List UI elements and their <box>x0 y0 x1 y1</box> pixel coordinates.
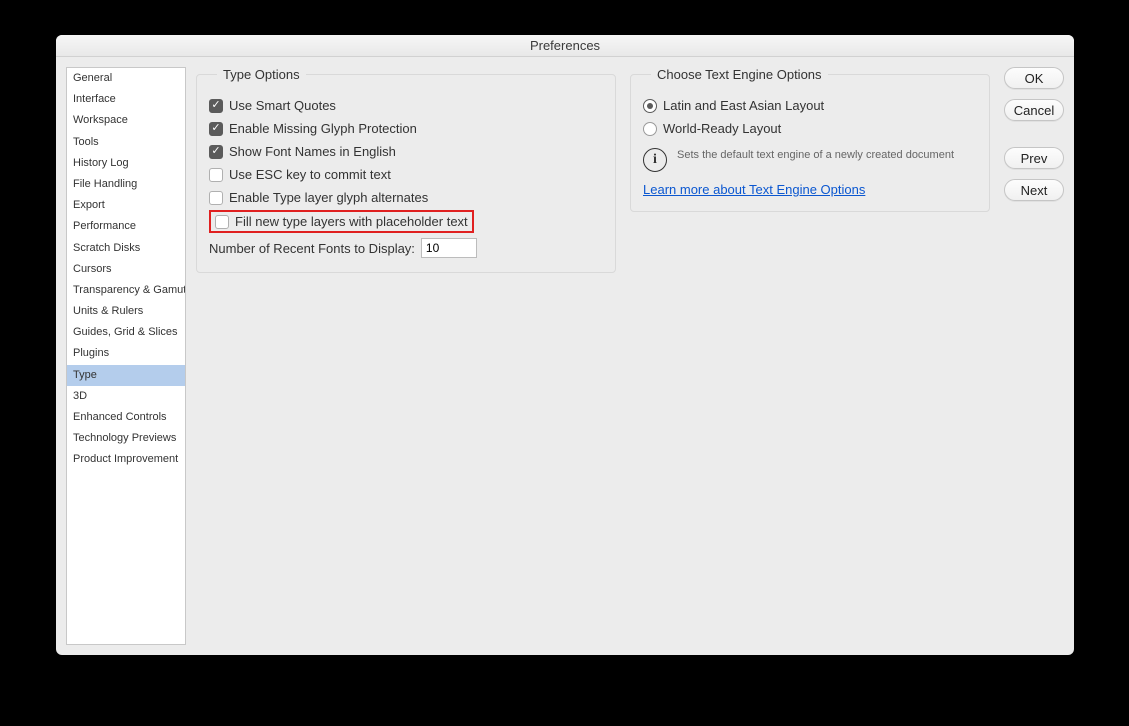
option-glyph-alternates[interactable]: Enable Type layer glyph alternates <box>209 186 603 209</box>
info-row: i Sets the default text engine of a newl… <box>643 140 977 178</box>
text-engine-panel: Choose Text Engine Options Latin and Eas… <box>630 67 990 212</box>
sidebar-item-history-log[interactable]: History Log <box>67 153 185 174</box>
sidebar-item-units-rulers[interactable]: Units & Rulers <box>67 301 185 322</box>
sidebar-item-tools[interactable]: Tools <box>67 132 185 153</box>
sidebar-item-workspace[interactable]: Workspace <box>67 110 185 131</box>
recent-fonts-input[interactable] <box>421 238 477 258</box>
sidebar-item-type[interactable]: Type <box>67 365 185 386</box>
type-options-panel: Type Options ✓ Use Smart Quotes ✓ Enable… <box>196 67 616 273</box>
text-engine-legend: Choose Text Engine Options <box>651 67 828 82</box>
sidebar-item-export[interactable]: Export <box>67 195 185 216</box>
sidebar-item-product-improvement[interactable]: Product Improvement <box>67 449 185 470</box>
sidebar-item-interface[interactable]: Interface <box>67 89 185 110</box>
learn-more-link[interactable]: Learn more about Text Engine Options <box>643 182 865 197</box>
label-fill-placeholder: Fill new type layers with placeholder te… <box>235 214 468 229</box>
radio-world-ready[interactable] <box>643 122 657 136</box>
next-button[interactable]: Next <box>1004 179 1064 201</box>
checkbox-font-names-english[interactable]: ✓ <box>209 145 223 159</box>
info-text: Sets the default text engine of a newly … <box>677 148 954 162</box>
recent-fonts-row: Number of Recent Fonts to Display: <box>209 234 603 258</box>
radio-latin-east-asian[interactable] <box>643 99 657 113</box>
sidebar-item-guides-grid-slices[interactable]: Guides, Grid & Slices <box>67 322 185 343</box>
prev-button[interactable]: Prev <box>1004 147 1064 169</box>
label-latin-east-asian: Latin and East Asian Layout <box>663 98 824 113</box>
label-font-names-english: Show Font Names in English <box>229 144 396 159</box>
sidebar-item-3d[interactable]: 3D <box>67 386 185 407</box>
sidebar-item-transparency-gamut[interactable]: Transparency & Gamut <box>67 280 185 301</box>
panels: Type Options ✓ Use Smart Quotes ✓ Enable… <box>196 67 990 273</box>
option-latin-east-asian[interactable]: Latin and East Asian Layout <box>643 94 977 117</box>
checkbox-missing-glyph[interactable]: ✓ <box>209 122 223 136</box>
sidebar-item-performance[interactable]: Performance <box>67 216 185 237</box>
preferences-window: Preferences General Interface Workspace … <box>56 35 1074 655</box>
sidebar-item-plugins[interactable]: Plugins <box>67 343 185 364</box>
label-glyph-alternates: Enable Type layer glyph alternates <box>229 190 428 205</box>
label-world-ready: World-Ready Layout <box>663 121 781 136</box>
option-esc-commit[interactable]: Use ESC key to commit text <box>209 163 603 186</box>
checkbox-fill-placeholder[interactable] <box>215 215 229 229</box>
action-buttons: OK Cancel Prev Next <box>1004 67 1064 201</box>
checkbox-use-smart-quotes[interactable]: ✓ <box>209 99 223 113</box>
window-content: General Interface Workspace Tools Histor… <box>56 57 1074 655</box>
sidebar: General Interface Workspace Tools Histor… <box>66 67 186 645</box>
checkbox-esc-commit[interactable] <box>209 168 223 182</box>
window-title: Preferences <box>56 35 1074 57</box>
label-missing-glyph: Enable Missing Glyph Protection <box>229 121 417 136</box>
option-missing-glyph[interactable]: ✓ Enable Missing Glyph Protection <box>209 117 603 140</box>
recent-fonts-label: Number of Recent Fonts to Display: <box>209 241 415 256</box>
info-icon: i <box>643 148 667 172</box>
sidebar-item-general[interactable]: General <box>67 68 185 89</box>
sidebar-item-file-handling[interactable]: File Handling <box>67 174 185 195</box>
label-esc-commit: Use ESC key to commit text <box>229 167 391 182</box>
sidebar-item-technology-previews[interactable]: Technology Previews <box>67 428 185 449</box>
option-world-ready[interactable]: World-Ready Layout <box>643 117 977 140</box>
option-use-smart-quotes[interactable]: ✓ Use Smart Quotes <box>209 94 603 117</box>
sidebar-item-cursors[interactable]: Cursors <box>67 259 185 280</box>
highlighted-option: Fill new type layers with placeholder te… <box>209 210 474 233</box>
cancel-button[interactable]: Cancel <box>1004 99 1064 121</box>
label-use-smart-quotes: Use Smart Quotes <box>229 98 336 113</box>
sidebar-item-enhanced-controls[interactable]: Enhanced Controls <box>67 407 185 428</box>
main-area: Type Options ✓ Use Smart Quotes ✓ Enable… <box>196 67 1064 645</box>
sidebar-item-scratch-disks[interactable]: Scratch Disks <box>67 238 185 259</box>
ok-button[interactable]: OK <box>1004 67 1064 89</box>
option-font-names-english[interactable]: ✓ Show Font Names in English <box>209 140 603 163</box>
checkbox-glyph-alternates[interactable] <box>209 191 223 205</box>
type-options-legend: Type Options <box>217 67 306 82</box>
